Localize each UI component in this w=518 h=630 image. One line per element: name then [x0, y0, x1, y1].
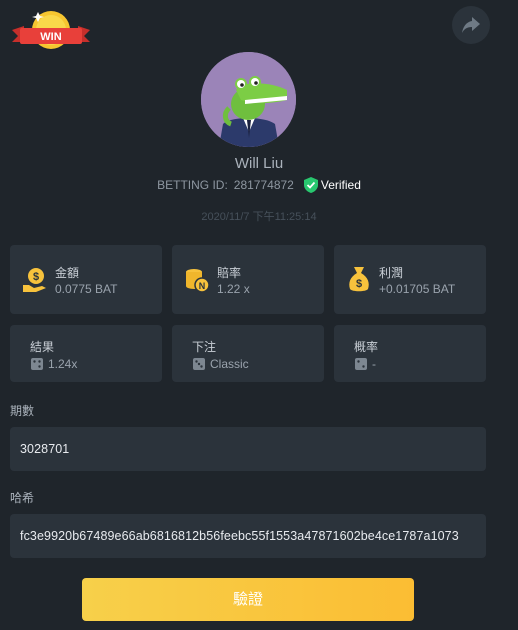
result-value: 1.24x	[48, 357, 78, 371]
odds-value: 1.22 x	[217, 282, 250, 296]
verified-badge: Verified	[303, 177, 361, 193]
odds-card: N 賠率 1.22 x	[172, 245, 324, 314]
win-badge-text: WIN	[40, 31, 61, 43]
bet-label: 下注	[192, 340, 217, 354]
hash-value: fc3e9920b67489e66ab6816812b56feebc55f155…	[20, 529, 459, 543]
svg-text:$: $	[356, 278, 362, 290]
crocodile-avatar-icon	[201, 52, 296, 147]
svg-text:N: N	[199, 281, 206, 291]
result-card: 結果 1.24x	[10, 325, 162, 382]
period-field[interactable]: 3028701	[10, 427, 486, 471]
amount-card: $ 金額 0.0775 BAT	[10, 245, 162, 314]
amount-label: 金額	[55, 266, 80, 280]
amount-value: 0.0775 BAT	[55, 282, 118, 296]
coin-hand-icon: $	[23, 268, 46, 292]
period-label: 期數	[10, 404, 35, 418]
hash-label: 哈希	[10, 491, 35, 505]
betting-id-value: 281774872	[233, 178, 294, 192]
money-bag-icon: $	[349, 267, 369, 292]
timestamp: 2020/11/7 下午11:25:14	[201, 211, 317, 223]
bet-value: Classic	[210, 357, 249, 371]
hash-field[interactable]: fc3e9920b67489e66ab6816812b56feebc55f155…	[10, 514, 486, 558]
avatar	[201, 52, 296, 147]
dice-icon	[193, 358, 205, 370]
bet-card: 下注 Classic	[172, 325, 324, 382]
probability-value-row: -	[354, 357, 376, 371]
period-value: 3028701	[20, 442, 70, 456]
result-value-row: 1.24x	[30, 357, 77, 371]
profit-card: $ 利潤 +0.01705 BAT	[334, 245, 486, 314]
odds-label: 賠率	[217, 266, 242, 280]
probability-card: 概率 -	[334, 325, 486, 382]
dice-icon	[31, 358, 43, 370]
share-arrow-icon	[462, 17, 480, 33]
profit-label: 利潤	[379, 266, 404, 280]
svg-text:$: $	[33, 271, 39, 283]
dice-icon	[355, 358, 367, 370]
user-name: Will Liu	[234, 155, 284, 172]
betting-id-row: BETTING ID: 281774872 Verified	[0, 177, 518, 193]
profit-value: +0.01705 BAT	[379, 282, 456, 296]
share-button[interactable]	[452, 6, 490, 44]
shield-check-icon	[303, 177, 318, 193]
probability-value: -	[372, 357, 376, 371]
win-badge: WIN	[10, 8, 92, 52]
betting-id-label: BETTING ID:	[157, 178, 228, 192]
verify-button[interactable]: 驗證	[82, 578, 414, 621]
result-label: 結果	[30, 340, 55, 354]
bet-value-row: Classic	[192, 357, 249, 371]
probability-label: 概率	[354, 340, 379, 354]
coin-stack-icon: N	[186, 269, 210, 293]
verified-label: Verified	[320, 178, 361, 192]
